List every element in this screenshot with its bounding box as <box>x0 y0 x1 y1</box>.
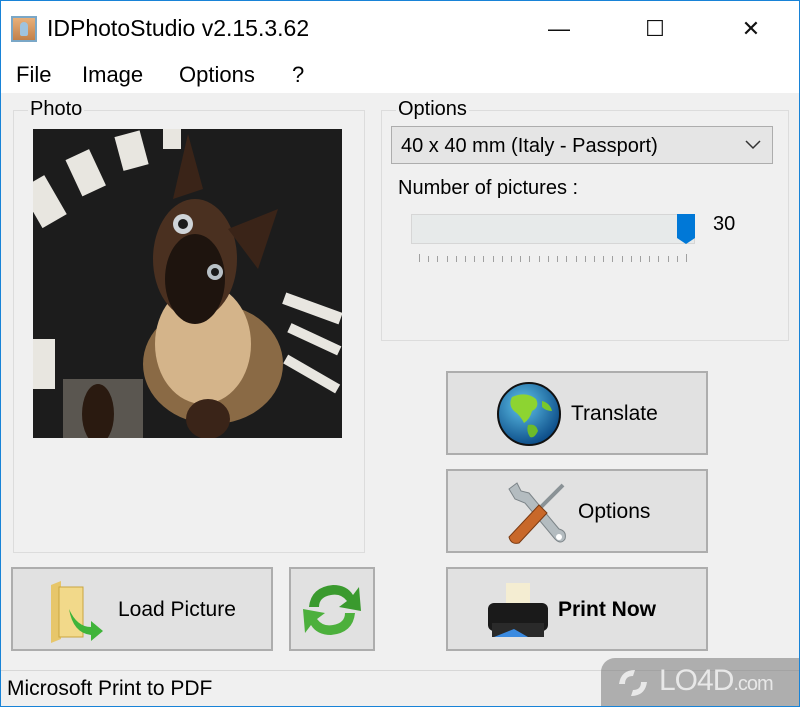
print-now-button[interactable]: Print Now <box>446 567 708 651</box>
printer-status: Microsoft Print to PDF <box>7 677 213 700</box>
translate-label: Translate <box>571 402 658 425</box>
cat-photo <box>33 129 342 438</box>
menu-options[interactable]: Options <box>179 62 255 88</box>
tools-icon <box>503 479 571 552</box>
maximize-button[interactable]: ☐ <box>607 1 703 56</box>
options-group-label: Options <box>396 98 469 121</box>
number-of-pictures-label: Number of pictures : <box>398 177 579 199</box>
refresh-button[interactable] <box>289 567 375 651</box>
title-bar: IDPhotoStudio v2.15.3.62 — ☐ ✕ <box>1 1 799 56</box>
close-button[interactable]: ✕ <box>703 1 799 56</box>
chevron-down-icon <box>744 133 762 160</box>
photo-preview[interactable] <box>33 129 342 438</box>
refresh-icon <box>299 577 365 648</box>
watermark-suffix: .com <box>733 673 773 695</box>
menu-bar: File Image Options ? <box>1 56 799 93</box>
options-button[interactable]: Options <box>446 469 708 553</box>
menu-image[interactable]: Image <box>82 62 143 88</box>
number-of-pictures-value: 30 <box>713 213 736 235</box>
print-now-label: Print Now <box>558 598 656 621</box>
window-title: IDPhotoStudio v2.15.3.62 <box>47 15 310 41</box>
menu-help[interactable]: ? <box>292 62 304 88</box>
watermark: LO4D.com <box>601 658 799 706</box>
folder-icon <box>47 579 107 648</box>
watermark-text: LO4D.com <box>659 664 774 698</box>
watermark-brand: LO4D <box>659 664 734 697</box>
format-select[interactable]: 40 x 40 mm (Italy - Passport) <box>391 126 773 164</box>
printer-icon <box>484 579 552 648</box>
load-picture-label: Load Picture <box>118 598 236 621</box>
number-of-pictures-slider[interactable] <box>411 214 695 244</box>
photo-group-label: Photo <box>28 98 85 121</box>
app-icon <box>11 16 37 42</box>
options-button-label: Options <box>578 500 651 523</box>
format-select-value: 40 x 40 mm (Italy - Passport) <box>401 135 658 157</box>
app-window: IDPhotoStudio v2.15.3.62 — ☐ ✕ File Imag… <box>0 0 800 707</box>
translate-button[interactable]: Translate <box>446 371 708 455</box>
slider-ticks <box>419 254 687 262</box>
slider-thumb[interactable] <box>677 214 695 244</box>
globe-icon <box>496 381 562 452</box>
load-picture-button[interactable]: Load Picture <box>11 567 273 651</box>
menu-file[interactable]: File <box>16 62 51 88</box>
minimize-button[interactable]: — <box>511 1 607 56</box>
watermark-logo-icon <box>613 666 653 705</box>
